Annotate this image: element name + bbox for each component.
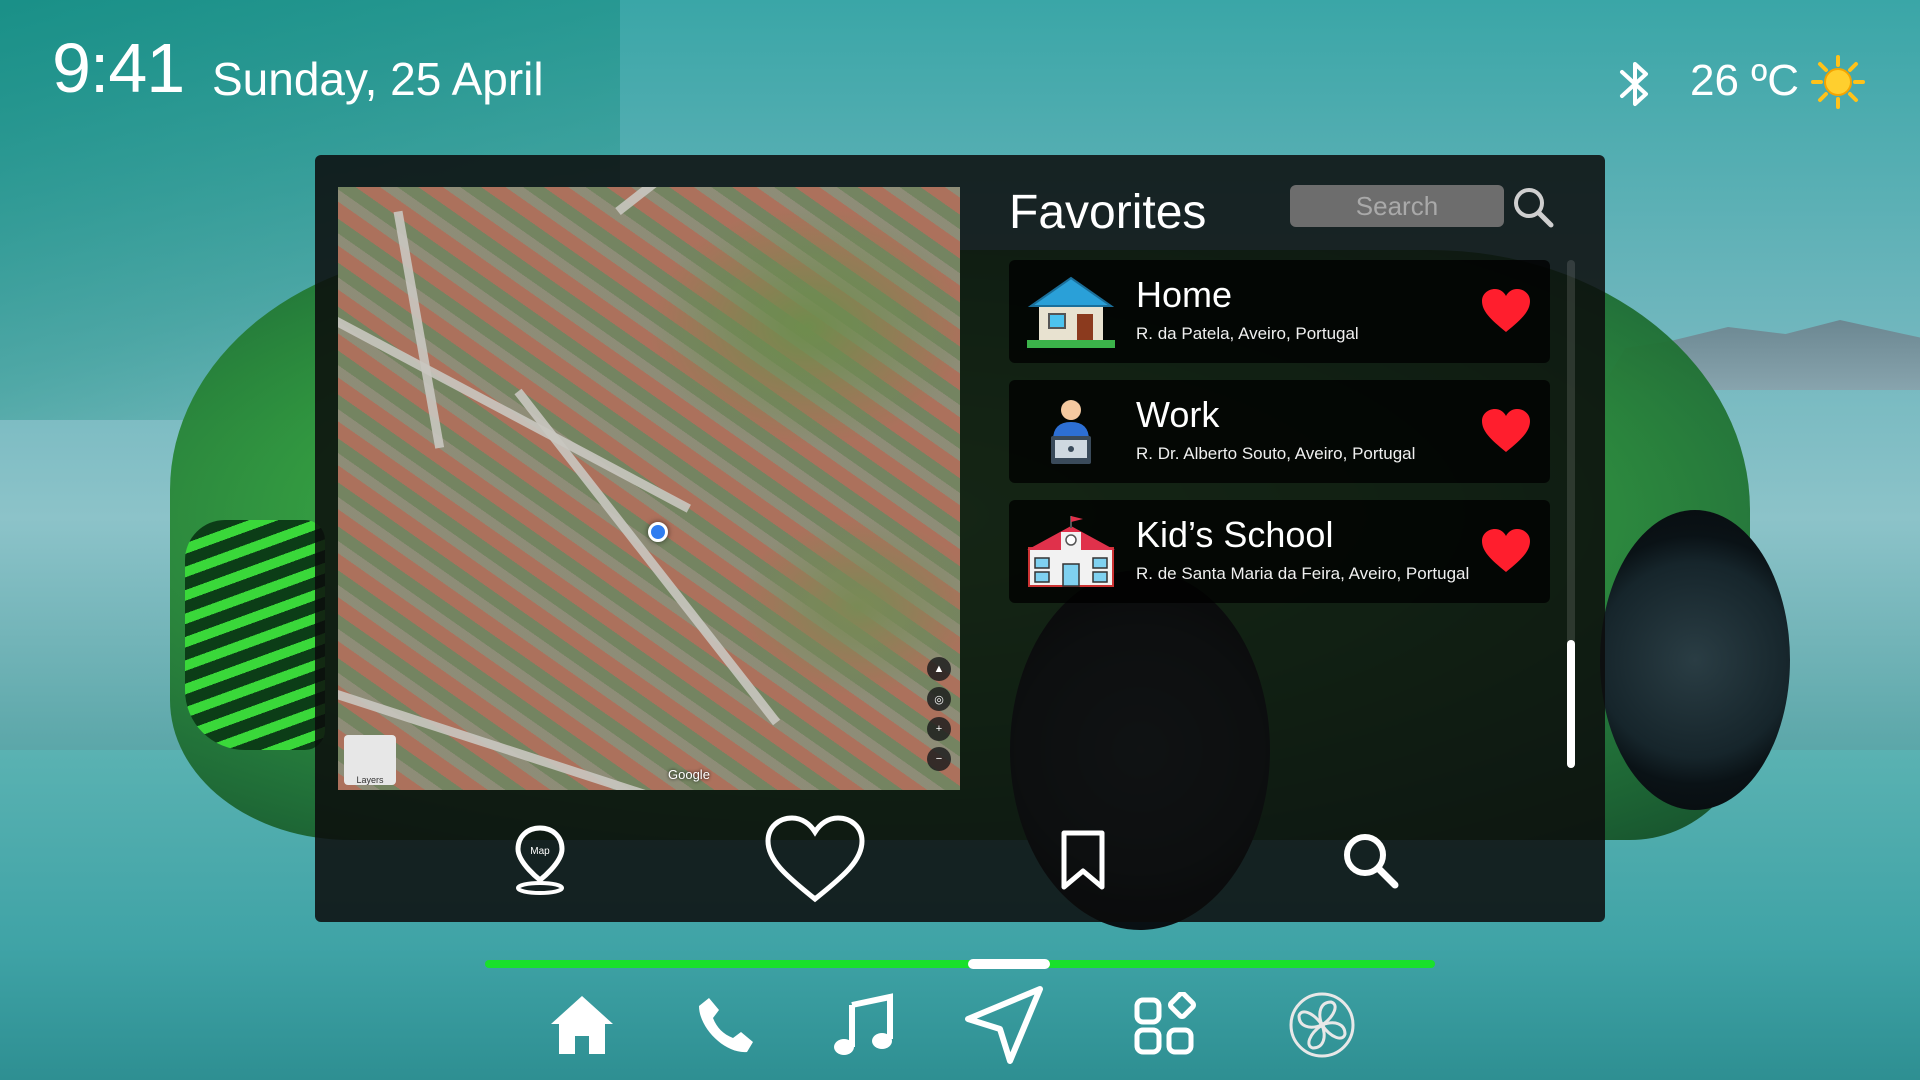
clock-date: Sunday, 25 April (212, 53, 544, 105)
current-location-marker (648, 522, 668, 542)
map-controls: ▲ ◎ + − (926, 657, 952, 771)
search-icon (1344, 834, 1399, 889)
map-layers-label: Layers (356, 775, 384, 785)
dock-phone-button[interactable] (686, 985, 766, 1065)
compass-icon[interactable]: ▲ (927, 657, 951, 681)
search-tab-button[interactable] (1335, 805, 1405, 915)
favorite-address: R. de Santa Maria da Feira, Aveiro, Port… (1136, 564, 1470, 583)
map-attribution: Google (668, 767, 710, 782)
map-pin-icon: Map (515, 825, 565, 895)
car-back-wheel (1600, 510, 1790, 810)
bottom-dock (0, 985, 1920, 1075)
sun-icon (1810, 54, 1866, 110)
map-road (615, 187, 826, 216)
heart-icon[interactable] (1480, 528, 1532, 574)
office-worker-icon (1025, 392, 1117, 470)
heart-outline-icon (765, 815, 865, 903)
fan-icon (1289, 992, 1355, 1058)
dock-music-button[interactable] (824, 985, 904, 1065)
dock-home-button[interactable] (542, 985, 622, 1065)
panel-navigation-bar: Map (315, 805, 1605, 922)
dock-navigation-button[interactable] (964, 985, 1044, 1065)
zoom-in-button[interactable]: + (927, 717, 951, 741)
map-pin-label: Map (530, 846, 550, 857)
map-road (514, 388, 781, 726)
favorite-item-kids-school[interactable]: Kid’s School R. de Santa Maria da Feira,… (1009, 500, 1550, 603)
phone-icon (699, 998, 753, 1053)
navigation-panel: Layers Google ▲ ◎ + − Favorites Hom (315, 155, 1605, 922)
search-icon[interactable] (1511, 185, 1555, 229)
school-icon (1025, 512, 1117, 590)
map-road (393, 210, 445, 449)
locate-icon[interactable]: ◎ (927, 687, 951, 711)
bluetooth-icon[interactable] (1618, 56, 1652, 112)
favorites-tab-button[interactable] (760, 805, 870, 915)
clock-time: 9:41 (52, 29, 185, 107)
favorite-name: Kid’s School (1136, 514, 1334, 555)
favorite-address: R. da Patela, Aveiro, Portugal (1136, 324, 1359, 343)
heart-icon[interactable] (1480, 408, 1532, 454)
music-icon (834, 993, 893, 1055)
map-road (338, 307, 691, 513)
search-input[interactable] (1290, 185, 1504, 227)
favorite-name: Work (1136, 394, 1220, 435)
favorites-list: Home R. da Patela, Aveiro, Portugal Work… (1009, 260, 1550, 620)
house-icon (1025, 272, 1117, 350)
favorite-item-work[interactable]: Work R. Dr. Alberto Souto, Aveiro, Portu… (1009, 380, 1550, 483)
page-indicator-track (485, 960, 1435, 968)
dock-climate-button[interactable] (1282, 985, 1362, 1065)
map-tab-button[interactable]: Map (495, 805, 585, 915)
car-grille (185, 520, 325, 750)
favorites-title: Favorites (1009, 186, 1207, 239)
bookmarks-tab-button[interactable] (1053, 805, 1113, 915)
temperature: 26 ºC (1690, 56, 1800, 105)
zoom-out-button[interactable]: − (927, 747, 951, 771)
heart-icon[interactable] (1480, 288, 1532, 334)
apps-icon (1134, 992, 1196, 1055)
navigation-icon (965, 986, 1043, 1064)
favorite-address: R. Dr. Alberto Souto, Aveiro, Portugal (1136, 444, 1416, 463)
favorite-name: Home (1136, 274, 1233, 315)
dock-apps-button[interactable] (1126, 985, 1206, 1065)
favorites-scrollbar-thumb[interactable] (1567, 640, 1575, 768)
map-layers-button[interactable]: Layers (344, 735, 396, 785)
bookmark-icon (1061, 830, 1105, 890)
home-icon (551, 996, 613, 1054)
favorite-item-home[interactable]: Home R. da Patela, Aveiro, Portugal (1009, 260, 1550, 363)
satellite-map[interactable]: Layers Google ▲ ◎ + − (338, 187, 960, 790)
page-indicator-thumb[interactable] (968, 959, 1050, 969)
